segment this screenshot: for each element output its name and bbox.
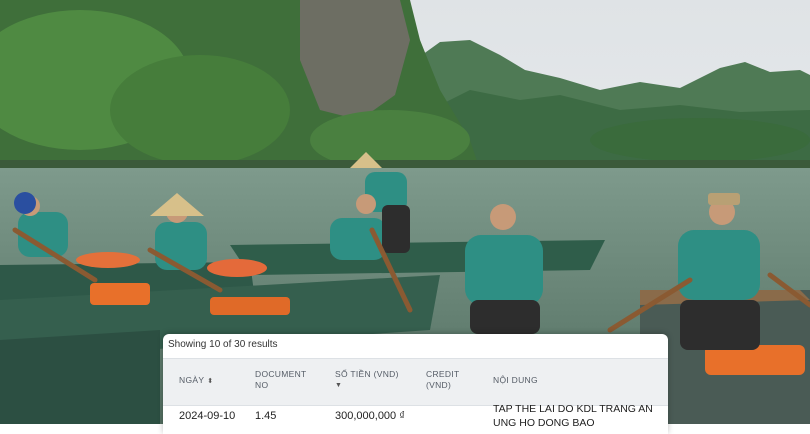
table-row[interactable]: 2024-09-10 1.45 300,000,000 ₫ TAP THE LA…	[163, 403, 668, 434]
cell-date: 2024-09-10	[179, 410, 236, 422]
column-header-credit: CREDIT (VND)	[426, 369, 460, 390]
table-header: NGÀY ⬍ DOCUMENT NO SỐ TIỀN (VND) ▼ CREDIT …	[163, 358, 668, 406]
cell-amount: 300,000,000 ₫	[335, 410, 405, 422]
cell-content: TAP THE LAI DO KDL TRANG AN UNG HO DONG …	[493, 403, 653, 429]
sort-down-icon[interactable]: ▼	[335, 380, 415, 391]
results-summary: Showing 10 of 30 results	[168, 339, 278, 350]
column-header-document-no: DOCUMENT NO	[255, 369, 307, 390]
cell-document-no: 1.45	[255, 410, 277, 422]
column-header-content: NỘI DUNG	[493, 375, 538, 385]
column-header-amount[interactable]: SỐ TIỀN (VND) ▼	[335, 369, 415, 391]
column-header-date[interactable]: NGÀY ⬍	[179, 375, 213, 387]
transactions-table-panel: Showing 10 of 30 results NGÀY ⬍ DOCUMENT …	[163, 334, 668, 434]
sort-both-icon[interactable]: ⬍	[207, 378, 213, 385]
